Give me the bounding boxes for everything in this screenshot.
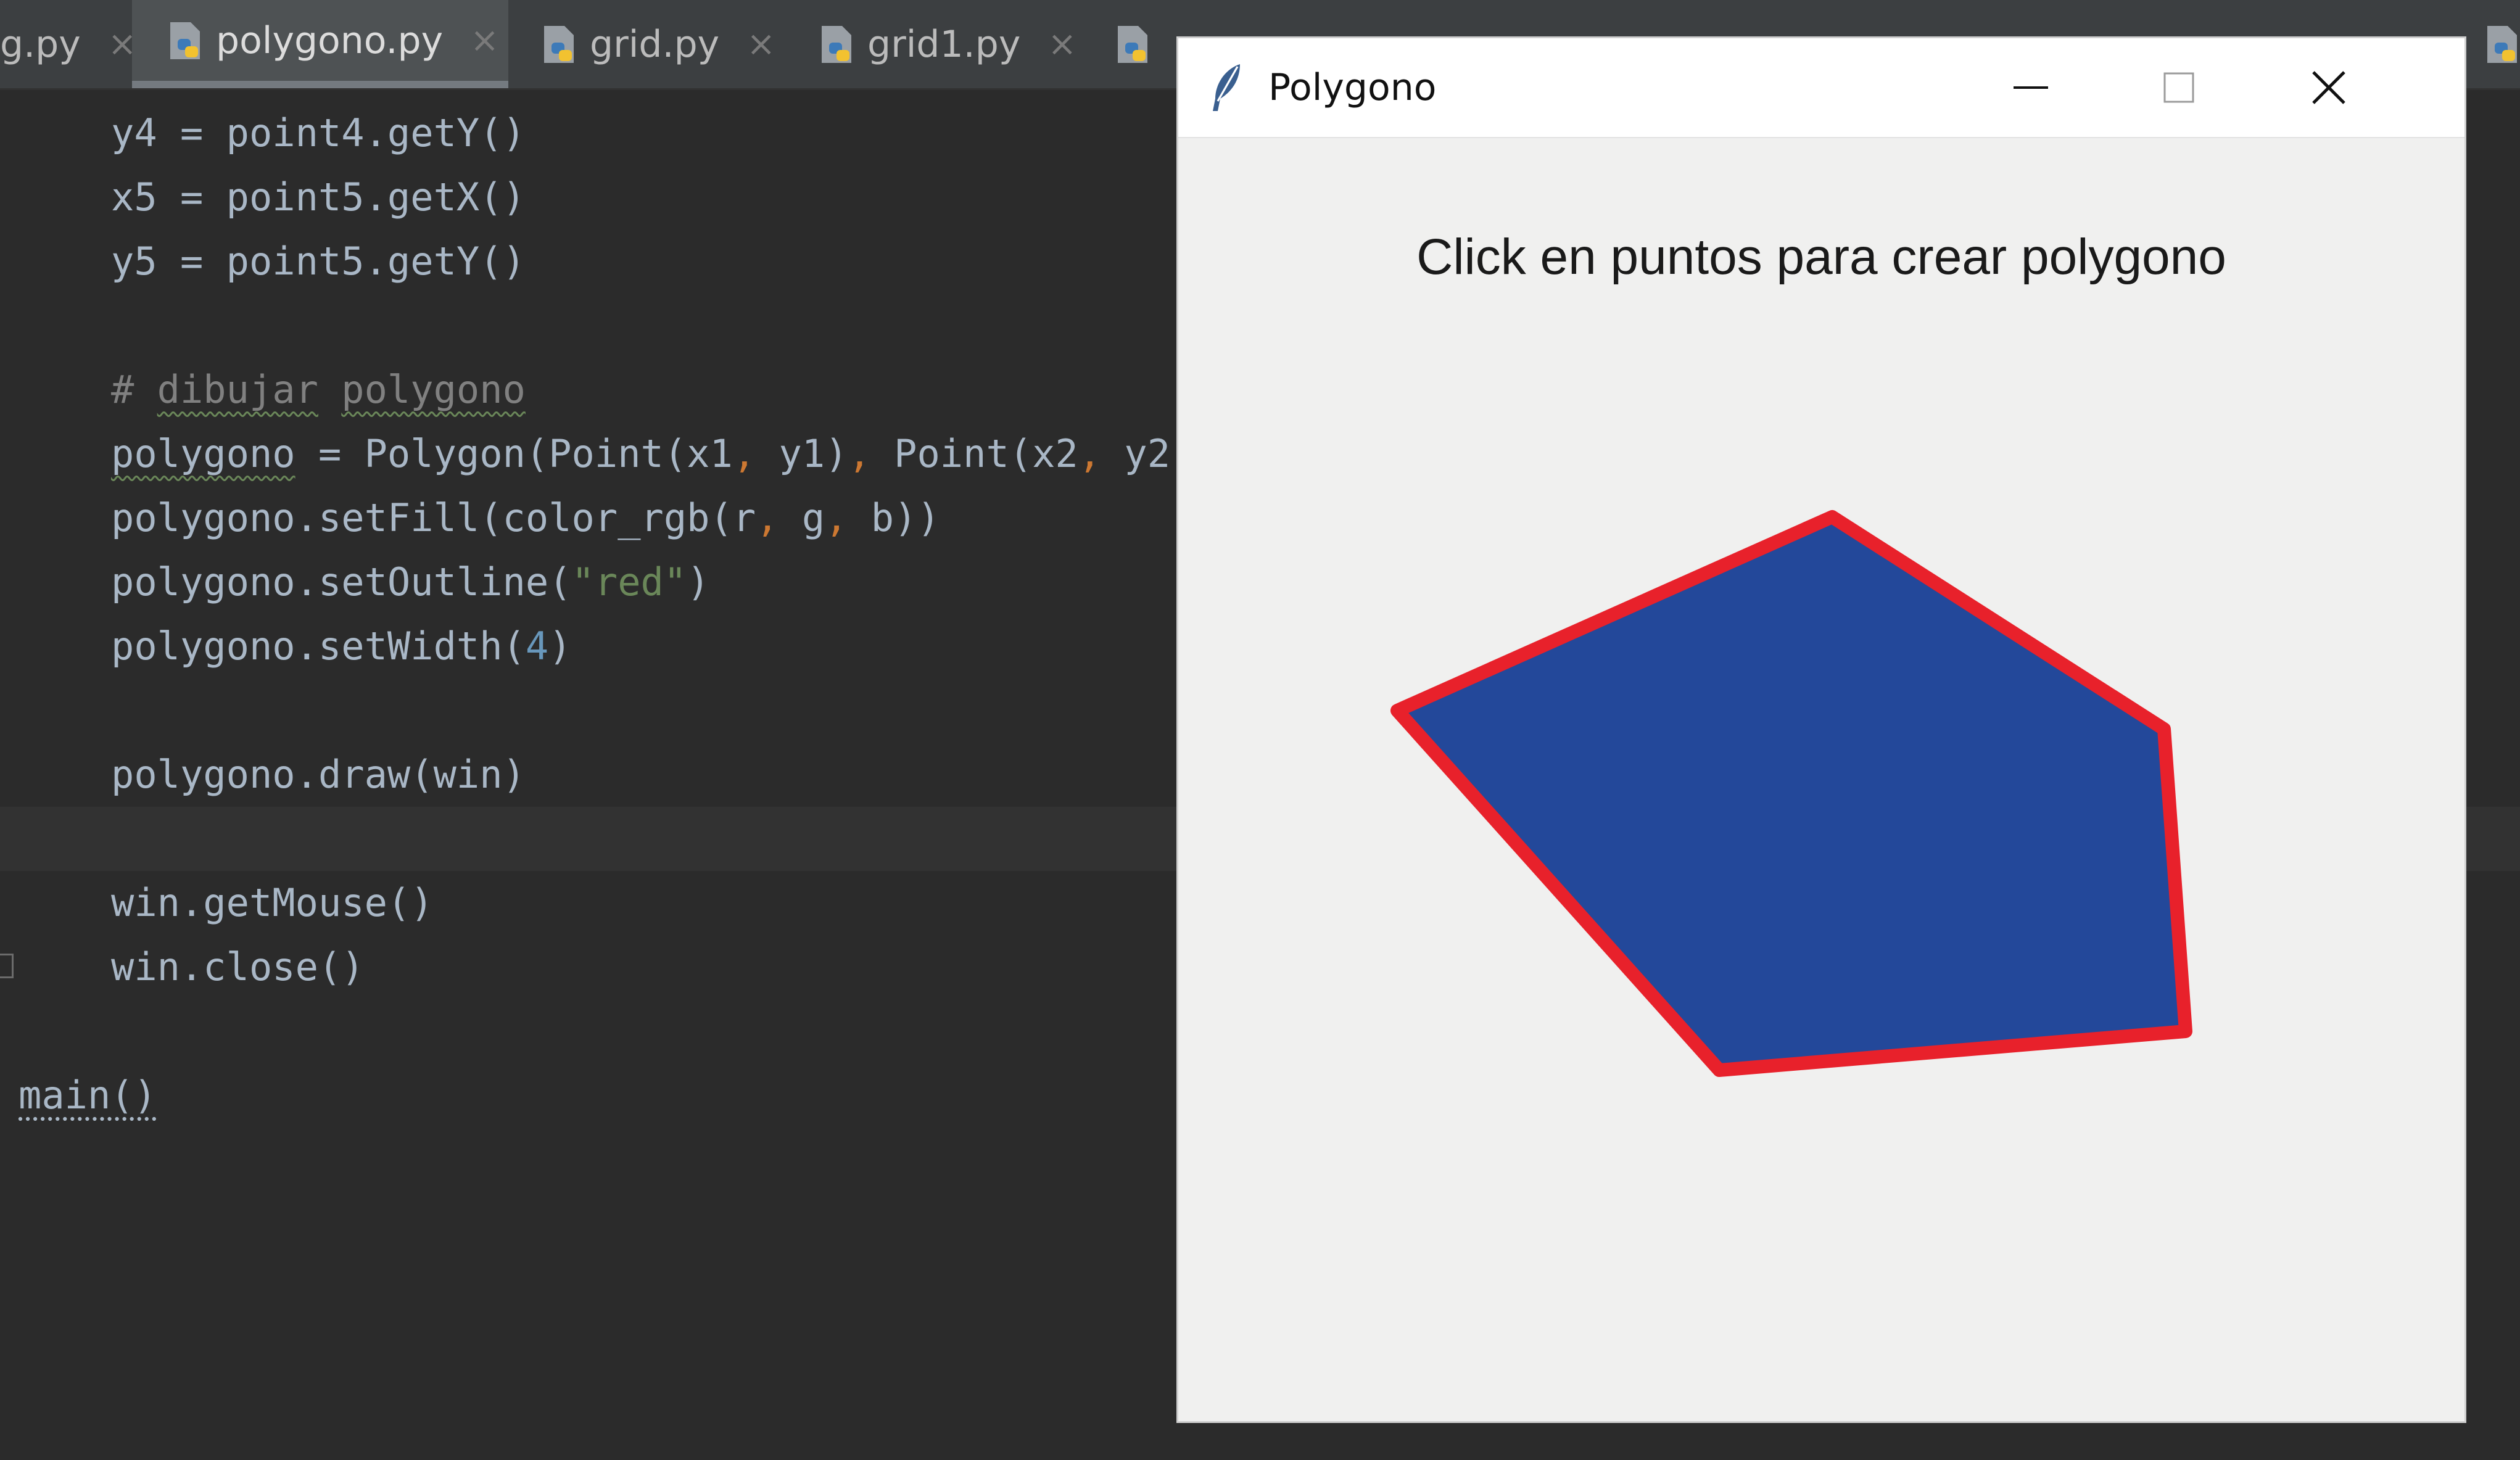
polygono-window[interactable]: Polygono Click en puntos para crear poly… bbox=[1178, 38, 2464, 1421]
python-file-icon bbox=[2487, 25, 2517, 63]
code-line[interactable]: polygono.setWidth(4) bbox=[111, 614, 572, 678]
code-line[interactable]: main() bbox=[19, 1063, 157, 1128]
tab-grid1-py[interactable]: grid1.py × bbox=[814, 0, 1086, 88]
tab-polygono-py[interactable]: polygono.py × bbox=[132, 0, 508, 88]
python-file-icon bbox=[822, 25, 851, 63]
close-icon[interactable]: × bbox=[1047, 24, 1076, 64]
code-line[interactable]: polygono.setOutline("red") bbox=[111, 550, 710, 614]
tab-grid-py[interactable]: grid.py × bbox=[537, 0, 796, 88]
fold-marker-icon[interactable] bbox=[0, 954, 14, 978]
close-icon[interactable]: × bbox=[470, 20, 499, 60]
code-line[interactable]: x5 = point5.getX() bbox=[111, 165, 526, 229]
tab-label: polygono.py bbox=[216, 19, 444, 62]
tab-partial[interactable] bbox=[1110, 0, 1178, 88]
python-file-icon bbox=[1118, 25, 1147, 63]
tab-label: grid1.py bbox=[867, 22, 1021, 66]
tab-g-py[interactable]: g.py × bbox=[0, 0, 137, 88]
tab-label: grid.py bbox=[590, 22, 720, 66]
code-line[interactable]: y4 = point4.getY() bbox=[111, 101, 526, 165]
polygon-shape bbox=[1390, 510, 2192, 1077]
code-line[interactable]: polygono.setFill(color_rgb(r, g, b)) bbox=[111, 486, 940, 550]
python-file-icon bbox=[544, 25, 574, 63]
code-line[interactable]: win.getMouse() bbox=[111, 871, 434, 935]
code-line[interactable]: polygono = Polygon(Point(x1, y1), Point(… bbox=[111, 422, 1170, 486]
code-line[interactable]: polygono.draw(win) bbox=[111, 743, 526, 807]
code-comment-line[interactable]: # dibujar polygono bbox=[111, 358, 526, 422]
python-file-icon bbox=[170, 22, 200, 59]
tab-partial-right[interactable] bbox=[2480, 0, 2520, 88]
close-icon[interactable]: × bbox=[746, 24, 775, 64]
graphics-canvas[interactable] bbox=[1178, 38, 2464, 1421]
code-line[interactable]: y5 = point5.getY() bbox=[111, 229, 526, 294]
tab-label: g.py bbox=[0, 22, 81, 66]
code-line[interactable]: win.close() bbox=[111, 935, 365, 999]
